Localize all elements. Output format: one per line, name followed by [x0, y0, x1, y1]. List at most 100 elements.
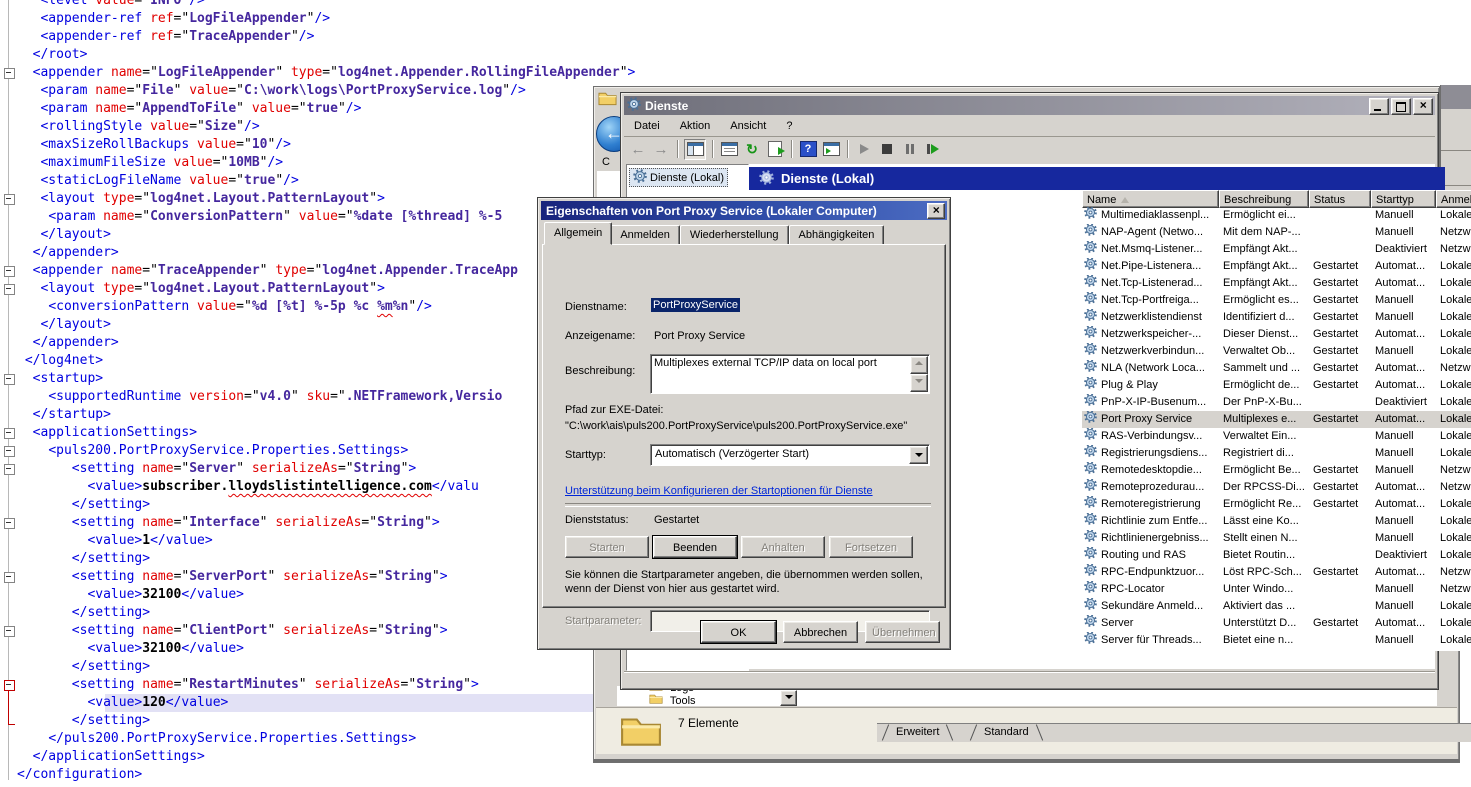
menu-ansicht[interactable]: Ansicht — [720, 118, 776, 134]
fold-toggle[interactable] — [4, 518, 15, 529]
show-console-tree-button[interactable] — [684, 139, 706, 160]
service-row[interactable]: NetzwerklistendienstIdentifiziert d...Ge… — [1082, 309, 1471, 326]
service-logon: Lokales System — [1436, 547, 1471, 564]
close-button[interactable]: × — [927, 203, 945, 219]
service-name: Registrierungsdiens... — [1101, 445, 1207, 462]
pause-service-button[interactable] — [900, 140, 920, 159]
tree-dropdown-button[interactable] — [780, 690, 797, 706]
back-button[interactable]: ← — [628, 140, 648, 159]
service-row[interactable]: PnP-X-IP-Busenum...Der PnP-X-Bu...Deakti… — [1082, 394, 1471, 411]
service-row[interactable]: Net.Msmq-Listener...Empfängt Akt...Deakt… — [1082, 241, 1471, 258]
ok-button[interactable]: OK — [701, 621, 776, 643]
service-gear-icon — [1084, 479, 1097, 496]
start-button[interactable]: Starten — [565, 536, 649, 558]
extended-view-button[interactable] — [821, 140, 841, 159]
combo-dropdown-button[interactable] — [909, 446, 928, 464]
tab-wiederherstellung[interactable]: Wiederherstellung — [680, 225, 789, 245]
service-row[interactable]: Port Proxy ServiceMultiplexes e...Gestar… — [1082, 411, 1471, 428]
maximize-button[interactable] — [1391, 98, 1411, 115]
dialog-titlebar[interactable]: Eigenschaften von Port Proxy Service (Lo… — [541, 201, 947, 220]
fold-toggle[interactable] — [4, 464, 15, 475]
service-logon: Lokales System — [1436, 428, 1471, 445]
service-row[interactable]: Multimediaklassenpl...Ermöglicht ei...Ma… — [1082, 207, 1471, 224]
tab-anmelden[interactable]: Anmelden — [610, 225, 680, 245]
help-button[interactable]: ? — [798, 140, 818, 159]
column-header-starttyp[interactable]: Starttyp — [1371, 190, 1436, 208]
fold-toggle[interactable] — [4, 446, 15, 457]
apply-button[interactable]: Übernehmen — [865, 621, 940, 643]
properties-button[interactable] — [719, 140, 739, 159]
service-row[interactable]: Netzwerkspeicher-...Dieser Dienst...Gest… — [1082, 326, 1471, 343]
close-button[interactable]: × — [1413, 98, 1433, 115]
scroll-up-button[interactable] — [910, 356, 928, 374]
beschreibung-field[interactable]: Multiplexes external TCP/IP data on loca… — [650, 354, 930, 394]
menu-aktion[interactable]: Aktion — [670, 118, 721, 134]
fold-toggle[interactable] — [4, 626, 15, 637]
fold-toggle[interactable] — [4, 572, 15, 583]
scroll-down-button[interactable] — [910, 374, 928, 392]
service-logon: Lokales System — [1436, 513, 1471, 530]
column-header-name[interactable]: Name — [1082, 190, 1219, 208]
start-service-button[interactable] — [854, 140, 874, 159]
service-row[interactable]: NAP-Agent (Netwo...Mit dem NAP-...Manuel… — [1082, 224, 1471, 241]
fold-toggle[interactable] — [4, 284, 15, 295]
fold-toggle-changed[interactable] — [4, 680, 15, 691]
tab-allgemein[interactable]: Allgemein — [544, 222, 612, 245]
fold-toggle[interactable] — [4, 266, 15, 277]
fold-toggle[interactable] — [4, 374, 15, 385]
service-status: Gestartet — [1309, 615, 1371, 632]
minimize-button[interactable] — [1369, 98, 1389, 115]
column-header-beschreibung[interactable]: Beschreibung — [1219, 190, 1309, 208]
view-tab-standard[interactable]: Standard — [970, 724, 1043, 741]
service-row[interactable]: Remotedesktopdie...Ermöglicht Be...Gesta… — [1082, 462, 1471, 479]
cancel-button[interactable]: Abbrechen — [783, 621, 858, 643]
view-tab-erweitert[interactable]: Erweitert — [882, 724, 953, 741]
list-rows: Multimediaklassenpl...Ermöglicht ei...Ma… — [1082, 207, 1471, 649]
service-row[interactable]: Richtlinie zum Entfe...Lässt eine Ko...M… — [1082, 513, 1471, 530]
service-row[interactable]: Richtlinienergebniss...Stellt einen N...… — [1082, 530, 1471, 547]
restart-service-button[interactable] — [923, 140, 943, 159]
forward-button[interactable]: → — [651, 140, 671, 159]
export-list-button[interactable] — [765, 140, 785, 159]
service-row[interactable]: Net.Tcp-Listenerad...Empfängt Akt...Gest… — [1082, 275, 1471, 292]
service-row[interactable]: RPC-LocatorUnter Windo...ManuellNetzwerk… — [1082, 581, 1471, 598]
service-row[interactable]: Server für Threads...Bietet eine n...Man… — [1082, 632, 1471, 649]
service-row[interactable]: RPC-Endpunktzuor...Löst RPC-Sch...Gestar… — [1082, 564, 1471, 581]
service-row[interactable]: Remoteprozedurau...Der RPCSS-Di...Gestar… — [1082, 479, 1471, 496]
starttyp-combobox[interactable]: Automatisch (Verzögerter Start) — [650, 444, 930, 466]
refresh-button[interactable]: ↻ — [742, 140, 762, 159]
tree-item-dienste-lokal[interactable]: Dienste (Lokal) — [629, 168, 728, 187]
stop-button[interactable]: Beenden — [653, 536, 737, 558]
service-row[interactable]: Routing und RASBietet Routin...Deaktivie… — [1082, 547, 1471, 564]
resume-button[interactable]: Fortsetzen — [829, 536, 913, 558]
service-row[interactable]: Plug & PlayErmöglicht de...GestartetAuto… — [1082, 377, 1471, 394]
startoptions-help-link[interactable]: Unterstützung beim Konfigurieren der Sta… — [565, 485, 873, 497]
fold-toggle[interactable] — [4, 428, 15, 439]
service-row[interactable]: Registrierungsdiens...Registriert di...M… — [1082, 445, 1471, 462]
column-header-anmeldenals[interactable]: Anmelden als — [1436, 190, 1471, 208]
service-row[interactable]: NLA (Network Loca...Sammelt und ...Gesta… — [1082, 360, 1471, 377]
service-row[interactable]: RemoteregistrierungErmöglicht Re...Gesta… — [1082, 496, 1471, 513]
service-row[interactable]: Net.Tcp-Portfreiga...Ermöglicht es...Ges… — [1082, 292, 1471, 309]
column-header-status[interactable]: Status — [1309, 190, 1371, 208]
menu-datei[interactable]: Datei — [624, 118, 670, 134]
fold-toggle[interactable] — [4, 68, 15, 79]
service-row[interactable]: RAS-Verbindungsv...Verwaltet Ein...Manue… — [1082, 428, 1471, 445]
pfad-label: Pfad zur EXE-Datei: — [565, 404, 663, 416]
service-logon: Netzwerkdienst — [1436, 564, 1471, 581]
service-row[interactable]: Net.Pipe-Listenera...Empfängt Akt...Gest… — [1082, 258, 1471, 275]
service-logon: Lokales System — [1436, 615, 1471, 632]
service-status: Gestartet — [1309, 496, 1371, 513]
service-row[interactable]: Sekundäre Anmeld...Aktiviert das ...Manu… — [1082, 598, 1471, 615]
tab-abhngigkeiten[interactable]: Abhängigkeiten — [789, 225, 885, 245]
services-titlebar[interactable]: Dienste × — [624, 96, 1435, 115]
menu-help[interactable]: ? — [776, 118, 802, 134]
service-starttype: Manuell — [1371, 309, 1436, 326]
service-row[interactable]: ServerUnterstützt D...GestartetAutomat..… — [1082, 615, 1471, 632]
service-row[interactable]: Netzwerkverbindun...Verwaltet Ob...Gesta… — [1082, 343, 1471, 360]
stop-service-button[interactable] — [877, 140, 897, 159]
service-status — [1309, 581, 1371, 598]
fold-toggle[interactable] — [4, 194, 15, 205]
service-name: RPC-Endpunktzuor... — [1101, 564, 1204, 581]
pause-button[interactable]: Anhalten — [741, 536, 825, 558]
